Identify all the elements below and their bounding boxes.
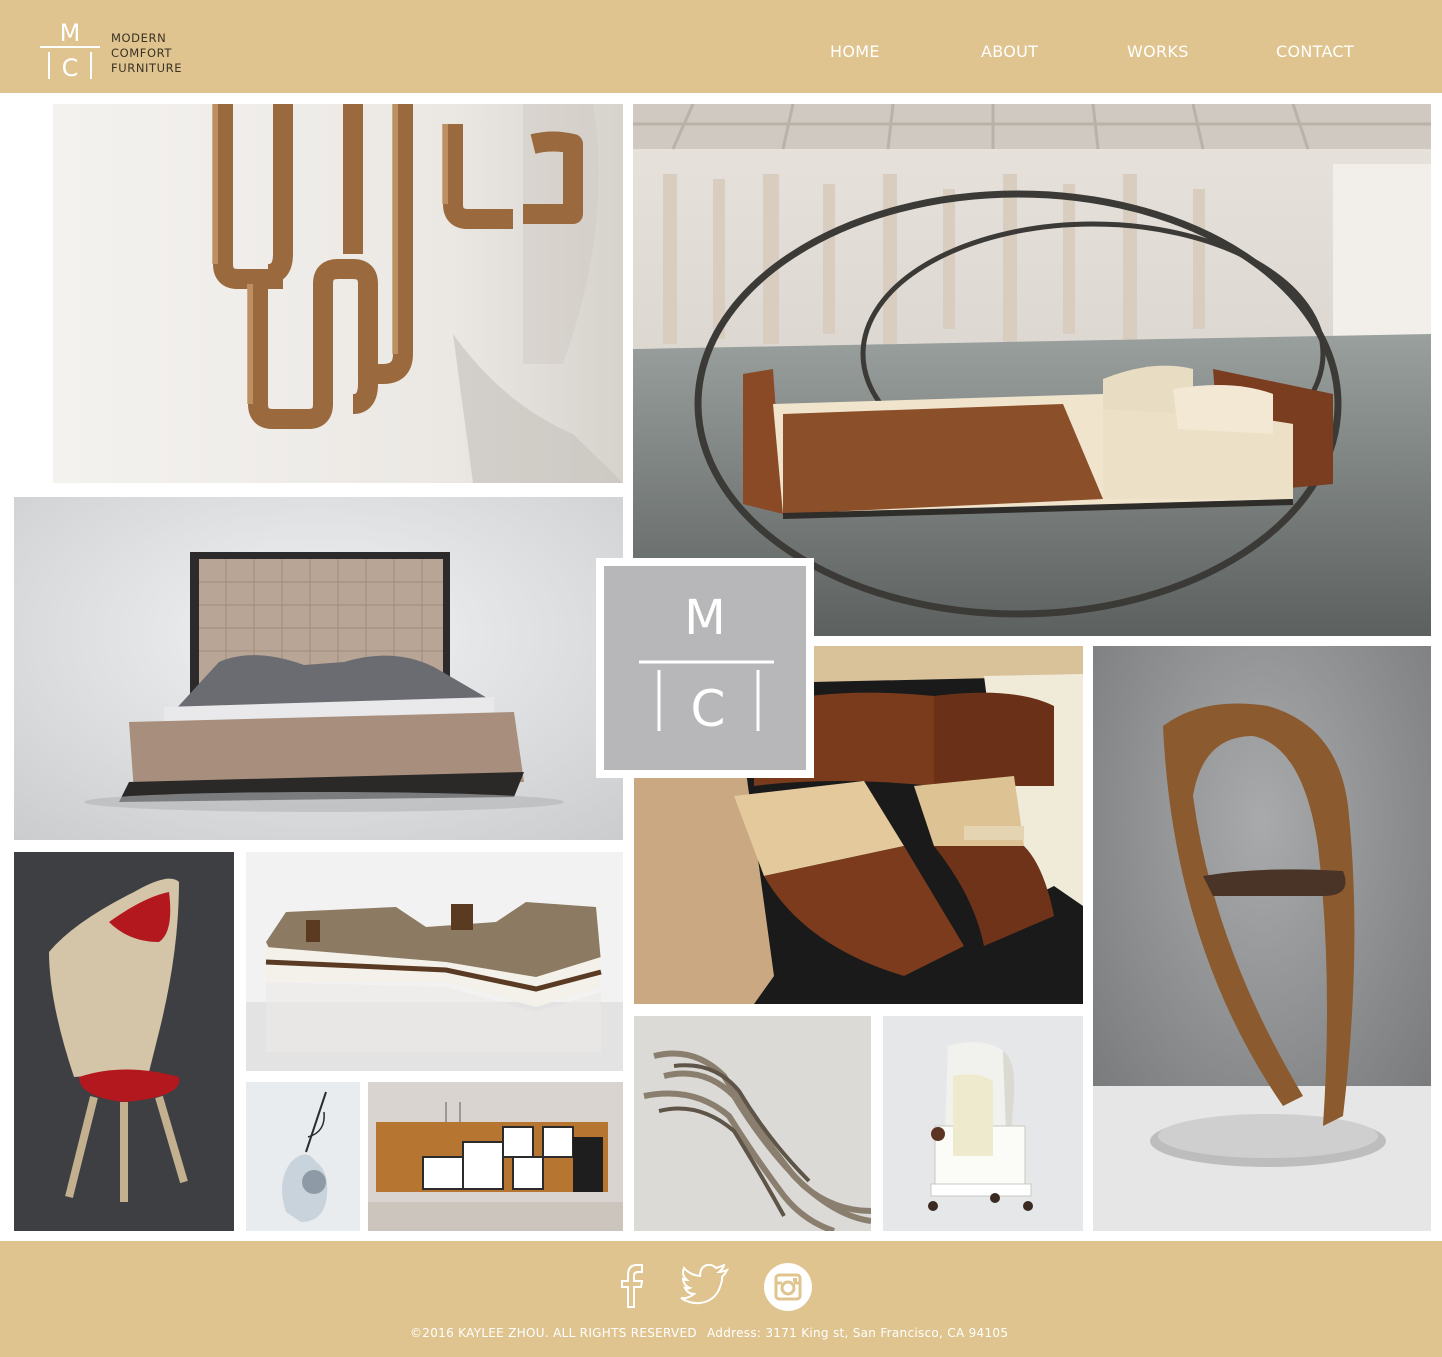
gallery-item-hooded-armchair[interactable] (883, 1016, 1083, 1231)
center-logo-letter-c: C (691, 680, 726, 738)
header-bar: M C MODERN COMFORT FURNITURE HOME ABOUT … (0, 0, 1442, 93)
hooded-armchair-image (883, 1016, 1083, 1231)
center-logo-badge[interactable]: M C (596, 558, 814, 778)
footer-bar: ©2016 KAYLEE ZHOU. ALL RIGHTS RESERVED A… (0, 1241, 1442, 1357)
brand-logo-mark[interactable]: M C (38, 16, 102, 80)
nav-home[interactable]: HOME (830, 42, 880, 61)
copyright-text: ©2016 KAYLEE ZHOU. ALL RIGHTS RESERVED (410, 1326, 697, 1340)
sectional-sofa-image (246, 852, 623, 1071)
ribbon-lounge-chair-image (1093, 646, 1431, 1231)
sculptural-object-image (246, 1082, 360, 1231)
gallery-item-sectional-sofa[interactable] (246, 852, 623, 1071)
nav-contact[interactable]: CONTACT (1276, 42, 1354, 61)
logo-letter-m: M (60, 19, 81, 47)
wooden-chain-sculpture-image (53, 104, 623, 483)
nav-about[interactable]: ABOUT (981, 42, 1038, 61)
brand-name-line: FURNITURE (111, 61, 183, 75)
logo-letter-c: C (62, 54, 79, 80)
gallery-item-ribbon-lounge-chair[interactable] (1093, 646, 1431, 1231)
gallery-item-red-accent-chair[interactable] (14, 852, 234, 1231)
brand-name: MODERN COMFORT FURNITURE (111, 31, 182, 76)
tufted-platform-bed-image (14, 497, 623, 840)
gallery-item-rocking-bed[interactable] (633, 104, 1431, 636)
gallery-item-wave-wood-chair[interactable] (634, 1016, 871, 1231)
gallery-item-modular-sideboard[interactable] (368, 1082, 623, 1231)
modular-sideboard-image (368, 1082, 623, 1231)
brand-name-line: MODERN (111, 31, 167, 45)
instagram-icon[interactable] (763, 1262, 813, 1312)
brand-name-line: COMFORT (111, 46, 173, 60)
rocking-bed-image (633, 104, 1431, 636)
center-logo-letter-m: M (684, 590, 725, 646)
red-accent-chair-image (14, 852, 234, 1231)
wave-wood-chair-image (634, 1016, 871, 1231)
facebook-icon[interactable] (617, 1263, 647, 1309)
address-text: Address: 3171 King st, San Francisco, CA… (707, 1326, 1009, 1340)
gallery-item-wooden-chain-sculpture[interactable] (53, 104, 623, 483)
center-logo-mark: M C (604, 566, 806, 770)
twitter-icon[interactable] (680, 1264, 730, 1308)
gallery-item-sculptural-object[interactable] (246, 1082, 360, 1231)
gallery-item-tufted-platform-bed[interactable] (14, 497, 623, 840)
nav-works[interactable]: WORKS (1127, 42, 1189, 61)
